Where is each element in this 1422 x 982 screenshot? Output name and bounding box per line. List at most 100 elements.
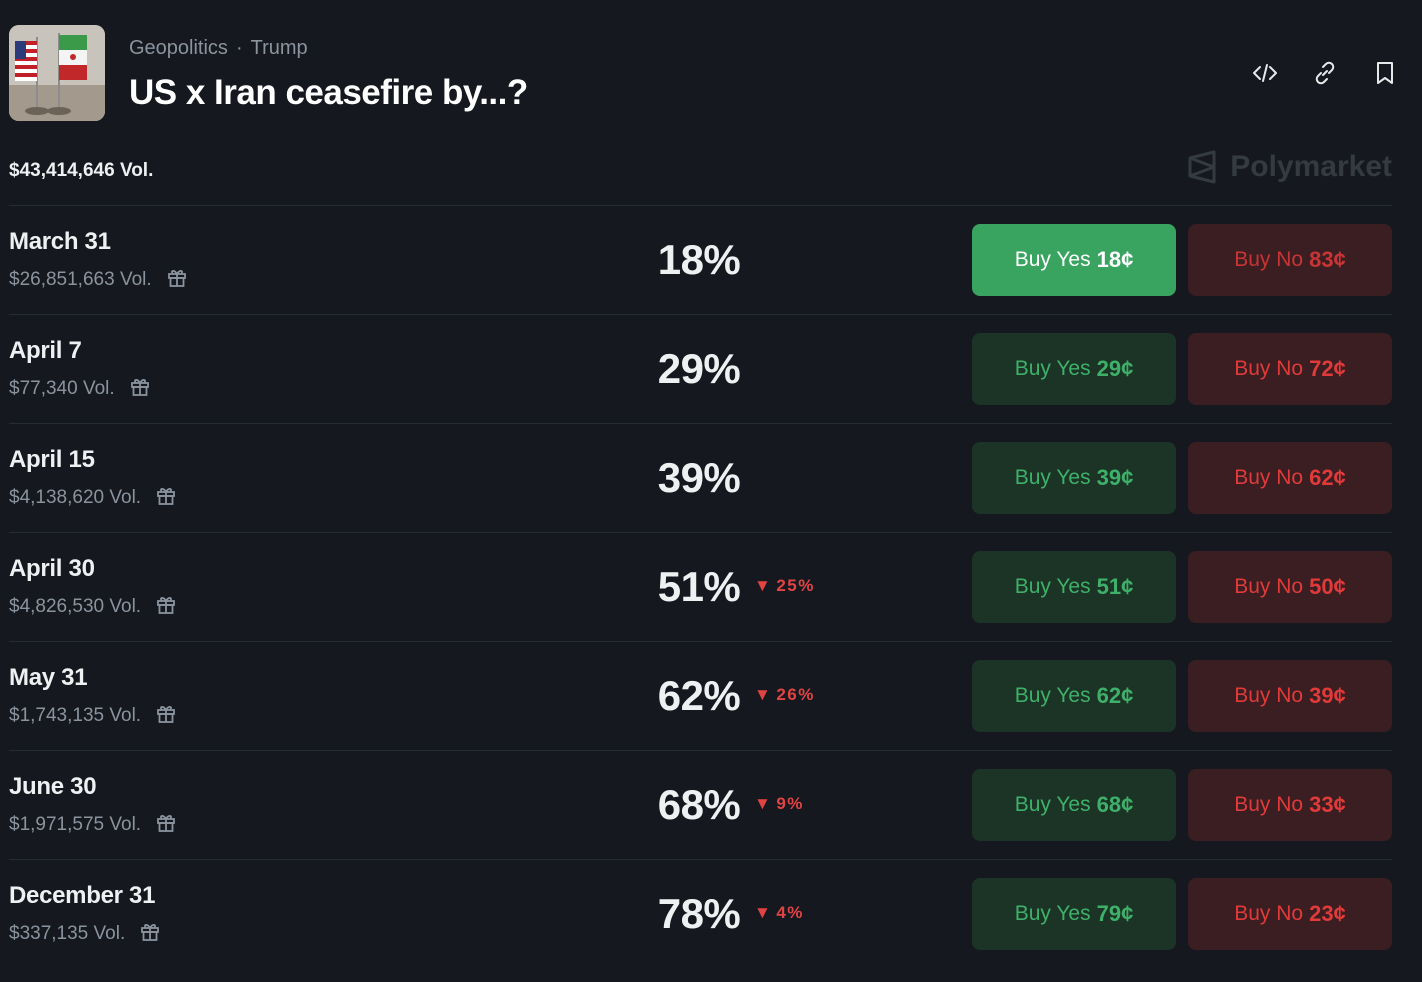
buy-no-button[interactable]: Buy No 50¢ <box>1188 551 1392 623</box>
market-date: June 30 <box>9 773 97 800</box>
gift-icon[interactable] <box>155 593 177 621</box>
market-volume-text: $4,826,530 Vol. <box>9 596 142 617</box>
market-date: December 31 <box>9 882 156 909</box>
page-title: US x Iran ceasefire by...? <box>129 73 528 112</box>
buy-no-label: Buy No <box>1234 357 1304 380</box>
market-volume: $1,971,575 Vol. <box>9 811 177 839</box>
yes-price: 79¢ <box>1096 901 1134 926</box>
market-row[interactable]: April 15 $4,138,620 Vol. 39% Buy Yes 39¢ … <box>9 423 1392 532</box>
bookmark-icon[interactable] <box>1371 59 1399 87</box>
breadcrumb-trump[interactable]: Trump <box>251 37 308 59</box>
buy-no-button[interactable]: Buy No 62¢ <box>1188 442 1392 514</box>
gift-icon[interactable] <box>129 375 151 403</box>
market-volume: $1,743,135 Vol. <box>9 702 177 730</box>
market-row[interactable]: December 31 $337,135 Vol. 78% ▼ 4% Buy Ye… <box>9 859 1392 968</box>
buy-no-button[interactable]: Buy No 39¢ <box>1188 660 1392 732</box>
breadcrumb-geopolitics[interactable]: Geopolitics <box>129 37 228 59</box>
yes-price: 39¢ <box>1096 465 1134 490</box>
market-probability: 51% <box>657 563 741 610</box>
change-indicator: ▼ 26% <box>754 685 815 705</box>
market-probability: 39% <box>657 454 741 501</box>
market-row[interactable]: April 30 $4,826,530 Vol. 51% ▼ 25% Buy Ye… <box>9 532 1392 641</box>
no-price: 23¢ <box>1309 901 1346 926</box>
total-volume: $43,414,646 Vol. <box>9 160 154 181</box>
yes-price: 62¢ <box>1096 683 1134 708</box>
no-price: 83¢ <box>1309 247 1346 272</box>
market-volume-text: $26,851,663 Vol. <box>9 269 152 290</box>
market-volume: $337,135 Vol. <box>9 920 161 948</box>
market-probability: 68% <box>657 781 741 828</box>
gift-icon[interactable] <box>155 811 177 839</box>
yes-price: 51¢ <box>1096 574 1134 599</box>
change-indicator: ▼ 9% <box>754 794 804 814</box>
brand-name: Polymarket <box>1230 150 1392 183</box>
buy-yes-button[interactable]: Buy Yes 51¢ <box>972 551 1176 623</box>
buy-yes-button[interactable]: Buy Yes 29¢ <box>972 333 1176 405</box>
buy-no-label: Buy No <box>1234 575 1304 598</box>
change-value: 25% <box>776 576 815 595</box>
market-date: April 15 <box>9 446 95 473</box>
down-arrow-icon: ▼ <box>754 794 773 813</box>
market-list: March 31 $26,851,663 Vol. 18% Buy Yes 18¢… <box>9 205 1392 968</box>
market-volume-text: $1,971,575 Vol. <box>9 814 142 835</box>
buy-no-button[interactable]: Buy No 33¢ <box>1188 769 1392 841</box>
gift-icon[interactable] <box>155 702 177 730</box>
buy-no-button[interactable]: Buy No 23¢ <box>1188 878 1392 950</box>
buy-yes-button[interactable]: Buy Yes 39¢ <box>972 442 1176 514</box>
gift-icon[interactable] <box>139 920 161 948</box>
no-price: 39¢ <box>1309 683 1346 708</box>
down-arrow-icon: ▼ <box>754 685 773 704</box>
change-value: 9% <box>776 794 804 813</box>
buy-yes-label: Buy Yes <box>1014 357 1091 380</box>
market-row[interactable]: April 7 $77,340 Vol. 29% Buy Yes 29¢ Buy … <box>9 314 1392 423</box>
buy-yes-button[interactable]: Buy Yes 68¢ <box>972 769 1176 841</box>
market-header: Geopolitics · Trump US x Iran ceasefire by… <box>9 25 1409 121</box>
market-probability: 62% <box>657 672 741 719</box>
market-row[interactable]: May 31 $1,743,135 Vol. 62% ▼ 26% Buy Yes 6… <box>9 641 1392 750</box>
buy-yes-button[interactable]: Buy Yes 79¢ <box>972 878 1176 950</box>
market-volume: $4,138,620 Vol. <box>9 484 177 512</box>
buy-yes-label: Buy Yes <box>1014 248 1091 271</box>
market-row[interactable]: June 30 $1,971,575 Vol. 68% ▼ 9% Buy Yes 6… <box>9 750 1392 859</box>
market-image <box>9 25 105 121</box>
buy-yes-button[interactable]: Buy Yes 18¢ <box>972 224 1176 296</box>
change-value: 4% <box>776 903 804 922</box>
buy-no-button[interactable]: Buy No 83¢ <box>1188 224 1392 296</box>
polymarket-icon <box>1188 150 1216 184</box>
yes-price: 29¢ <box>1096 356 1134 381</box>
buy-yes-label: Buy Yes <box>1014 575 1091 598</box>
market-row[interactable]: March 31 $26,851,663 Vol. 18% Buy Yes 18¢… <box>9 205 1392 314</box>
gift-icon[interactable] <box>155 484 177 512</box>
market-volume-text: $1,743,135 Vol. <box>9 705 142 726</box>
no-price: 72¢ <box>1309 356 1346 381</box>
market-volume-text: $77,340 Vol. <box>9 378 115 399</box>
buy-no-label: Buy No <box>1234 902 1304 925</box>
yes-price: 18¢ <box>1096 247 1134 272</box>
no-price: 50¢ <box>1309 574 1346 599</box>
no-price: 62¢ <box>1309 465 1346 490</box>
polymarket-logo: Polymarket <box>1186 150 1392 184</box>
market-probability: 29% <box>657 345 741 392</box>
market-volume-text: $4,138,620 Vol. <box>9 487 142 508</box>
yes-price: 68¢ <box>1096 792 1134 817</box>
embed-code-icon[interactable] <box>1251 59 1279 87</box>
buy-yes-button[interactable]: Buy Yes 62¢ <box>972 660 1176 732</box>
gift-icon[interactable] <box>166 266 188 294</box>
buy-yes-label: Buy Yes <box>1014 793 1091 816</box>
buy-no-button[interactable]: Buy No 72¢ <box>1188 333 1392 405</box>
link-icon[interactable] <box>1311 59 1339 87</box>
down-arrow-icon: ▼ <box>754 903 773 922</box>
buy-no-label: Buy No <box>1234 248 1304 271</box>
market-volume: $77,340 Vol. <box>9 375 151 403</box>
market-date: April 7 <box>9 337 82 364</box>
market-date: April 30 <box>9 555 95 582</box>
market-probability: 18% <box>657 236 741 283</box>
breadcrumb: Geopolitics · Trump <box>129 37 308 60</box>
buy-no-label: Buy No <box>1234 793 1304 816</box>
buy-yes-label: Buy Yes <box>1014 902 1091 925</box>
market-volume: $4,826,530 Vol. <box>9 593 177 621</box>
market-date: March 31 <box>9 228 111 255</box>
change-value: 26% <box>776 685 815 704</box>
market-probability: 78% <box>657 890 741 937</box>
market-volume: $26,851,663 Vol. <box>9 266 188 294</box>
